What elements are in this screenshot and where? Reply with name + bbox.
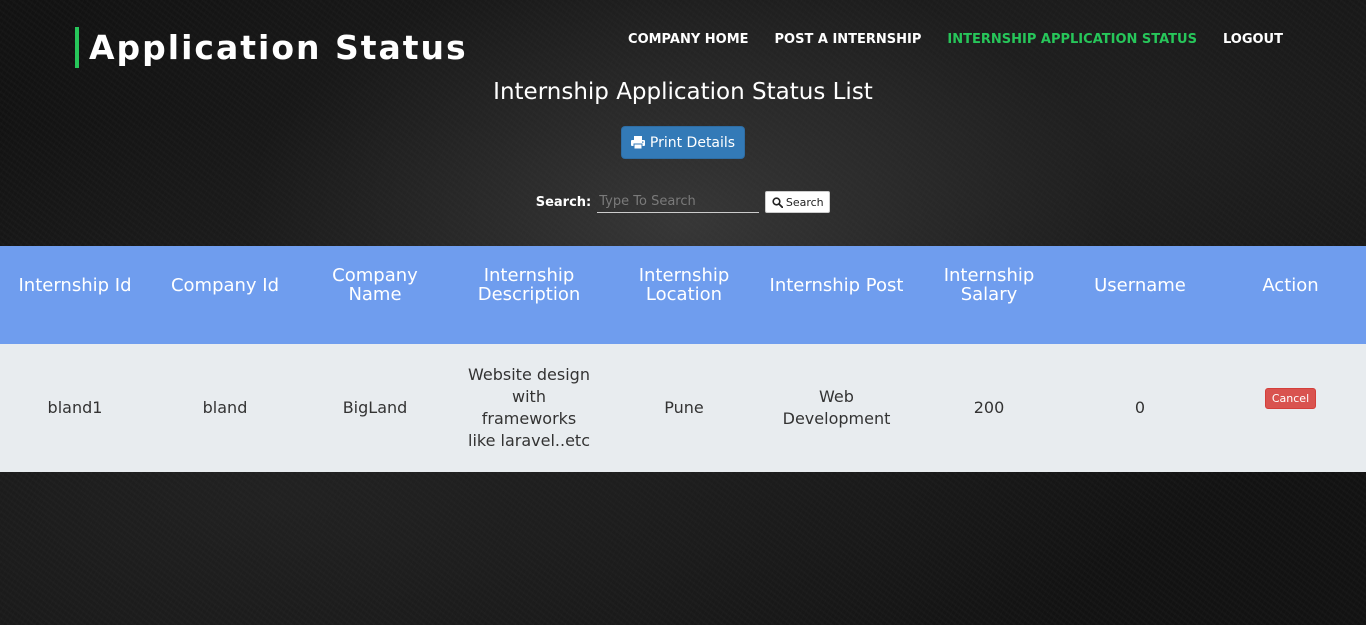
column-header-internship-post: Internship Post	[769, 274, 904, 296]
cell-internship-location: Pune	[664, 398, 704, 417]
column-header-company-id: Company Id	[170, 274, 280, 296]
cancel-button[interactable]: Cancel	[1264, 387, 1317, 409]
nav-internship-application-status[interactable]: INTERNSHIP APPLICATION STATUS	[947, 32, 1197, 48]
list-heading: Internship Application Status List	[493, 79, 873, 105]
print-icon	[630, 136, 645, 149]
column-header-internship-description: Internship Description	[477, 265, 581, 305]
cell-internship-salary: 200	[973, 398, 1005, 417]
search-button[interactable]: Search	[765, 191, 831, 213]
cell-company-name: BigLand	[342, 398, 408, 417]
cell-username: 0	[1134, 398, 1146, 417]
search-input[interactable]	[597, 191, 760, 213]
column-header-username: Username	[1094, 274, 1186, 296]
column-header-company-name: Company Name	[332, 265, 418, 305]
table-row: bland1 bland BigLand Website design with…	[0, 344, 1366, 472]
table-header-row: Internship Id Company Id Company Name In…	[0, 246, 1366, 344]
search-bar: Search: Search	[0, 191, 1366, 213]
status-table: Internship Id Company Id Company Name In…	[0, 246, 1366, 472]
nav-company-home[interactable]: COMPANY HOME	[628, 32, 749, 48]
search-button-label: Search	[785, 195, 824, 209]
top-nav: COMPANY HOME POST A INTERNSHIP INTERNSHI…	[628, 32, 1283, 48]
column-header-action: Action	[1262, 274, 1319, 296]
cell-company-id: bland	[202, 398, 248, 417]
search-label: Search:	[535, 194, 592, 210]
status-table-wrapper: Internship Id Company Id Company Name In…	[0, 246, 1366, 472]
cell-internship-id: bland1	[47, 398, 103, 417]
cell-internship-description: Website design with frameworks like lara…	[468, 365, 590, 450]
column-header-internship-location: Internship Location	[638, 265, 730, 305]
search-icon	[772, 196, 783, 208]
print-details-label: Print Details	[649, 134, 736, 151]
column-header-internship-id: Internship Id	[18, 274, 132, 296]
page-title: Application Status	[89, 28, 468, 67]
brand: Application Status	[75, 27, 468, 68]
nav-logout[interactable]: LOGOUT	[1223, 32, 1283, 48]
cell-action: Cancel	[1215, 344, 1366, 472]
cell-internship-post: Web Development	[782, 387, 891, 428]
nav-post-internship[interactable]: POST A INTERNSHIP	[775, 32, 922, 48]
print-details-button[interactable]: Print Details	[621, 126, 745, 159]
column-header-internship-salary: Internship Salary	[943, 265, 1035, 305]
